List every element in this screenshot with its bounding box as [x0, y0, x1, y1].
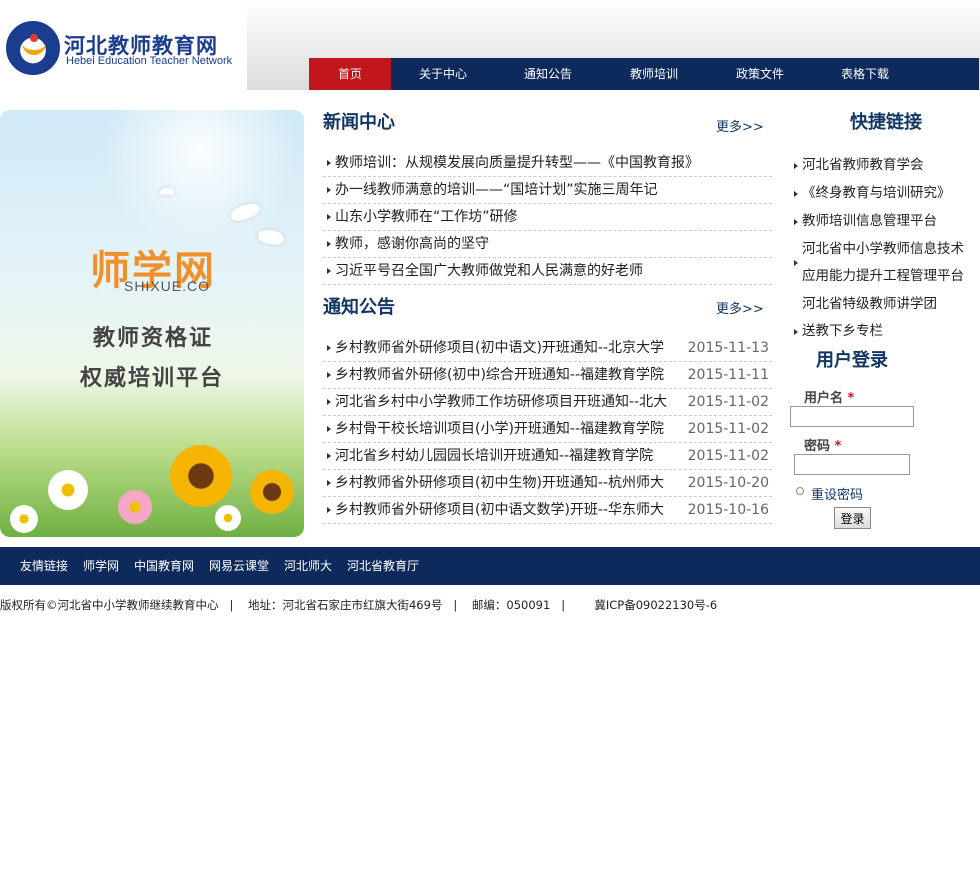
daisy-icon: [48, 470, 88, 510]
nav-notices[interactable]: 通知公告: [495, 58, 601, 90]
site-header: 河北教师教育网 Hebei Education Teacher Network …: [0, 0, 980, 90]
notice-item[interactable]: 河北省乡村幼儿园园长培训开班通知--福建教育学院 2015-11-02: [323, 443, 772, 470]
friend-links-bar: 友情链接 师学网 中国教育网 网易云课堂 河北师大 河北省教育厅: [0, 547, 980, 585]
login-button[interactable]: 登录: [834, 507, 871, 529]
daisy-icon: [10, 505, 38, 533]
banner-brand-sub: SHIXUE.CO: [124, 278, 211, 294]
password-label: 密码 *: [804, 439, 842, 454]
notice-item[interactable]: 乡村教师省外研修项目(初中生物)开班通知--杭州师大 2015-10-20: [323, 470, 772, 497]
daisy-icon: [215, 505, 241, 531]
notice-text: 乡村教师省外研修(初中)综合开班通知--福建教育学院: [335, 367, 665, 383]
quicklink-item[interactable]: 河北省特级教师讲学团送教下乡专栏: [790, 291, 950, 346]
quicklinks-list: 河北省教师教育学会 《终身教育与培训研究》 教师培训信息管理平台 河北省中小学教…: [790, 152, 980, 346]
nav-training[interactable]: 教师培训: [601, 58, 707, 90]
notice-text: 乡村教师省外研修项目(初中语文)开班通知--北京大学: [335, 340, 665, 356]
copyright-text: 版权所有©河北省中小学教师继续教育中心 | 地址：河北省石家庄市红旗大街469号…: [0, 598, 718, 612]
daisy-icon: [118, 490, 152, 524]
news-title: 新闻中心: [323, 112, 395, 133]
main-nav: 首页 关于中心 通知公告 教师培训 政策文件 表格下载: [309, 58, 979, 90]
logo-subtitle: Hebei Education Teacher Network: [66, 55, 233, 67]
news-item[interactable]: 教师，感谢你高尚的坚守: [323, 231, 772, 258]
notice-item[interactable]: 乡村教师省外研修(初中)综合开班通知--福建教育学院 2015-11-11: [323, 362, 772, 389]
emblem-icon: [6, 21, 60, 75]
banner-line-1: 教师资格证: [93, 326, 214, 351]
notice-date: 2015-11-11: [687, 367, 769, 383]
notice-date: 2015-10-20: [687, 475, 769, 491]
promo-banner[interactable]: 师学网 SHIXUE.CO 教师资格证 权威培训平台: [0, 110, 304, 537]
news-item[interactable]: 教师培训：从规模发展向质量提升转型——《中国教育报》: [323, 150, 772, 177]
reset-password-link[interactable]: 重设密码: [811, 484, 863, 503]
friend-link-edu-china[interactable]: 中国教育网: [134, 557, 194, 574]
notice-date: 2015-11-02: [687, 421, 769, 437]
news-item[interactable]: 山东小学教师在“工作坊”研修: [323, 204, 772, 231]
login-title: 用户登录: [816, 350, 888, 371]
nav-home[interactable]: 首页: [309, 58, 391, 90]
notice-item[interactable]: 乡村教师省外研修项目(初中语文数学)开班--华东师大 2015-10-16: [323, 497, 772, 524]
nav-policy[interactable]: 政策文件: [707, 58, 813, 90]
notice-text: 河北省乡村中小学教师工作坊研修项目开班通知--北大: [335, 394, 668, 410]
notice-list: 乡村教师省外研修项目(初中语文)开班通知--北京大学 2015-11-13 乡村教…: [323, 335, 772, 524]
quicklink-item[interactable]: 教师培训信息管理平台: [790, 208, 980, 236]
notices-more-link[interactable]: 更多>>: [716, 298, 764, 317]
notice-date: 2015-11-02: [687, 394, 769, 410]
notice-text: 乡村骨干校长培训项目(小学)开班通知--福建教育学院: [335, 421, 665, 437]
dove-icon: [160, 188, 174, 195]
notice-item[interactable]: 乡村骨干校长培训项目(小学)开班通知--福建教育学院 2015-11-02: [323, 416, 772, 443]
notice-item[interactable]: 河北省乡村中小学教师工作坊研修项目开班通知--北大 2015-11-02: [323, 389, 772, 416]
password-input[interactable]: [794, 454, 910, 475]
friend-links-label: 友情链接: [20, 559, 69, 573]
quicklink-item[interactable]: 《终身教育与培训研究》: [790, 180, 980, 208]
radio-icon: [796, 487, 804, 495]
friend-link-hebtu[interactable]: 河北师大: [284, 557, 332, 574]
news-list: 教师培训：从规模发展向质量提升转型——《中国教育报》 办一线教师满意的培训——“…: [323, 150, 772, 285]
notice-text: 河北省乡村幼儿园园长培训开班通知--福建教育学院: [335, 448, 654, 464]
notice-date: 2015-11-02: [687, 448, 769, 464]
sunflower-icon: [170, 445, 232, 507]
friend-link-netease[interactable]: 网易云课堂: [209, 557, 269, 574]
quicklinks-title: 快捷链接: [850, 112, 922, 133]
news-more-link[interactable]: 更多>>: [716, 116, 764, 135]
quicklink-item[interactable]: 河北省中小学教师信息技术应用能力提升工程管理平台: [790, 236, 976, 291]
notice-date: 2015-11-13: [687, 340, 769, 356]
notice-text: 乡村教师省外研修项目(初中语文数学)开班--华东师大: [335, 502, 665, 518]
username-label: 用户名 *: [804, 391, 855, 406]
notice-text: 乡村教师省外研修项目(初中生物)开班通知--杭州师大: [335, 475, 665, 491]
friend-link-hebei-edu[interactable]: 河北省教育厅: [347, 557, 419, 574]
site-logo[interactable]: 河北教师教育网 Hebei Education Teacher Network: [0, 0, 247, 90]
notices-title: 通知公告: [323, 297, 395, 318]
nav-downloads[interactable]: 表格下载: [813, 58, 917, 90]
nav-about[interactable]: 关于中心: [391, 58, 495, 90]
banner-line-2: 权威培训平台: [80, 366, 225, 391]
news-item[interactable]: 习近平号召全国广大教师做党和人民满意的好老师: [323, 258, 772, 285]
dove-icon: [256, 227, 286, 247]
notice-item[interactable]: 乡村教师省外研修项目(初中语文)开班通知--北京大学 2015-11-13: [323, 335, 772, 362]
friend-link-shixue[interactable]: 师学网: [83, 557, 119, 574]
news-item[interactable]: 办一线教师满意的培训——“国培计划”实施三周年记: [323, 177, 772, 204]
sunflower-icon: [250, 470, 294, 514]
quicklink-item[interactable]: 河北省教师教育学会: [790, 152, 980, 180]
notice-date: 2015-10-16: [687, 502, 769, 518]
username-input[interactable]: [790, 406, 914, 427]
